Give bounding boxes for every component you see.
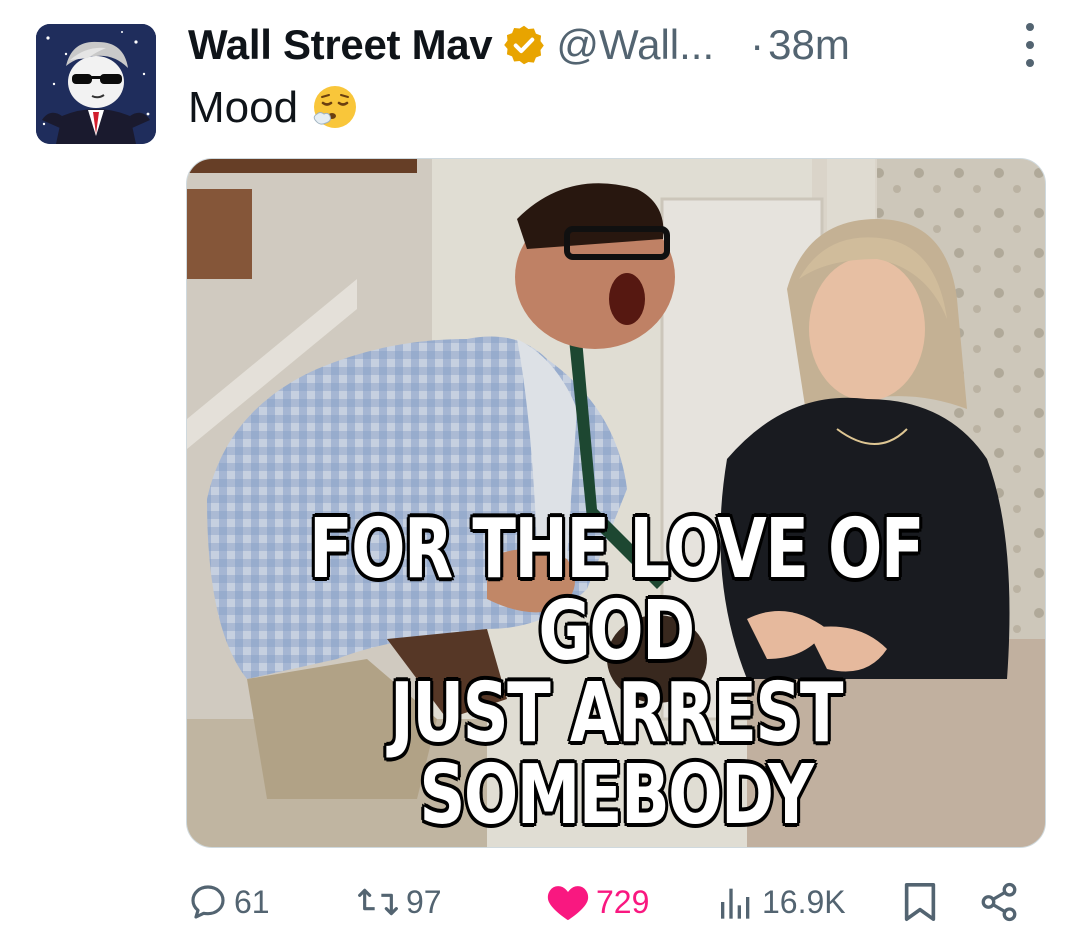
share-icon — [981, 882, 1017, 922]
bookmark-button[interactable] — [902, 872, 938, 932]
reply-icon — [191, 885, 225, 919]
like-count: 729 — [596, 883, 650, 920]
author-handle[interactable]: @Wall... — [556, 21, 714, 69]
verified-badge-icon[interactable] — [502, 23, 546, 67]
reply-count: 61 — [234, 883, 270, 920]
repost-icon — [358, 888, 398, 916]
repost-count: 97 — [406, 883, 442, 920]
caption-line-2: JUST ARREST SOMEBODY — [390, 666, 843, 843]
views-button[interactable]: 16.9K — [716, 872, 846, 932]
tweet-header: Wall Street Mav @Wall... · 38m — [188, 14, 1040, 76]
face-exhaling-emoji-icon — [310, 83, 360, 133]
avatar-illustration — [36, 24, 156, 144]
more-options-icon[interactable] — [1020, 23, 1040, 67]
caption-line-1: FOR THE LOVE OF GOD — [309, 502, 925, 679]
tweet-text: Mood — [188, 80, 360, 136]
timestamp[interactable]: 38m — [768, 21, 850, 69]
separator-dot: · — [750, 21, 765, 68]
author-avatar[interactable] — [36, 24, 156, 144]
bookmark-icon — [904, 883, 936, 921]
share-button[interactable] — [978, 872, 1020, 932]
like-button[interactable]: 729 — [546, 872, 649, 932]
views-count: 16.9K — [762, 883, 846, 920]
meme-caption: FOR THE LOVE OF GOD JUST ARREST SOMEBODY — [281, 509, 950, 837]
heart-filled-icon — [547, 886, 589, 921]
tweet-text-content: Mood — [188, 83, 299, 132]
author-display-name[interactable]: Wall Street Mav — [188, 21, 493, 69]
tweet-media-image[interactable]: FOR THE LOVE OF GOD JUST ARREST SOMEBODY — [186, 158, 1046, 848]
reply-button[interactable]: 61 — [188, 872, 270, 932]
tweet-action-bar: 61 97 729 16.9K — [188, 872, 1034, 932]
repost-button[interactable]: 97 — [356, 872, 442, 932]
views-chart-icon — [721, 888, 750, 919]
